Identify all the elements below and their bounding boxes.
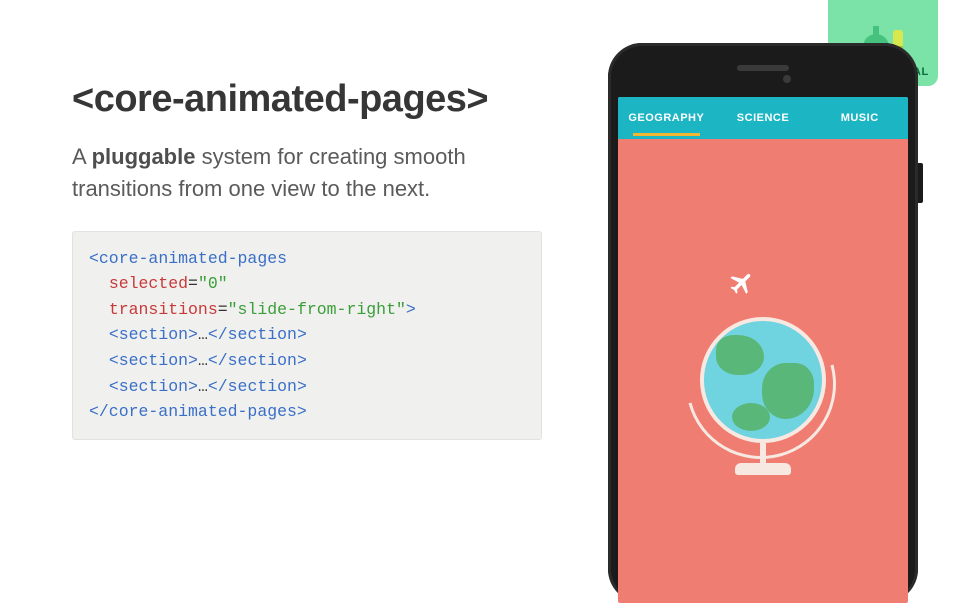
tab-music[interactable]: MUSIC: [811, 112, 908, 124]
phone-screen: GEOGRAPHY SCIENCE MUSIC: [618, 97, 908, 603]
description: A pluggable system for creating smooth t…: [72, 141, 542, 205]
tab-geography[interactable]: GEOGRAPHY: [618, 112, 715, 124]
page-title: <core-animated-pages>: [72, 78, 542, 121]
tab-science[interactable]: SCIENCE: [715, 112, 812, 124]
phone-mockup: GEOGRAPHY SCIENCE MUSIC: [608, 43, 918, 603]
code-block: <core-animated-pages selected="0" transi…: [72, 231, 542, 440]
content-column: <core-animated-pages> A pluggable system…: [72, 78, 542, 440]
globe-illustration: [700, 317, 826, 443]
airplane-icon: [728, 269, 756, 297]
tab-bar: GEOGRAPHY SCIENCE MUSIC: [618, 97, 908, 139]
